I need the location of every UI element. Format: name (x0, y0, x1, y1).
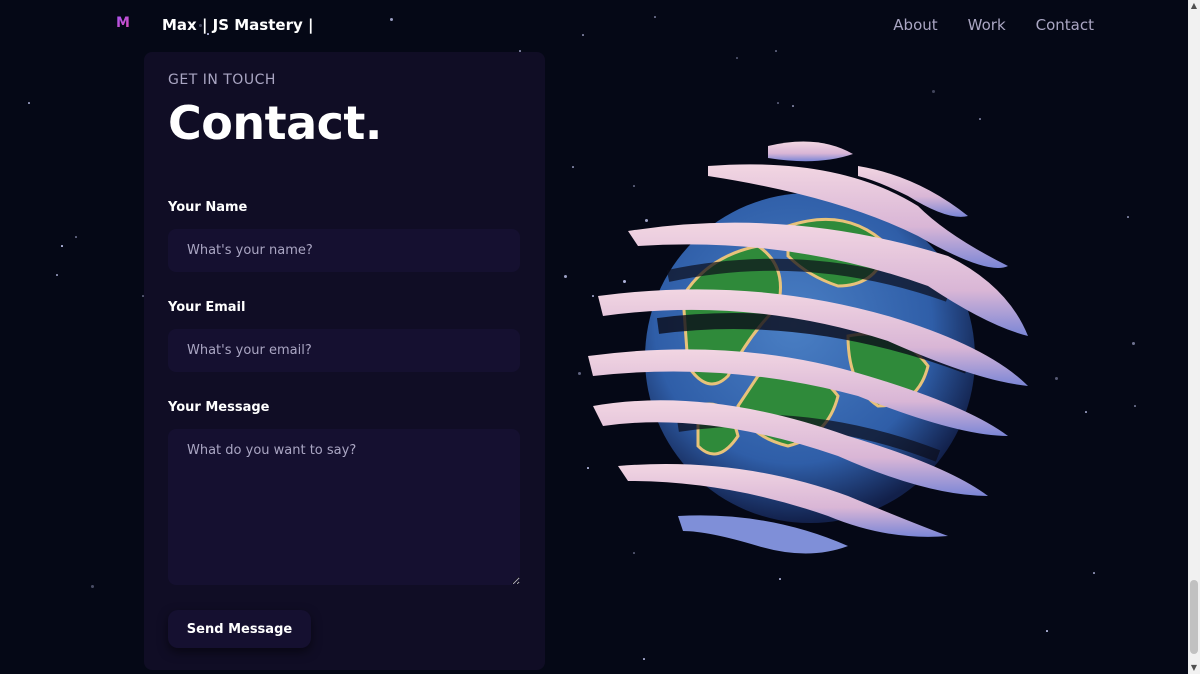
message-textarea[interactable] (168, 429, 520, 585)
name-input[interactable] (168, 229, 520, 272)
star (91, 585, 94, 588)
navbar: M Max | JS Mastery | About Work Contact (0, 0, 1188, 52)
star (1127, 216, 1129, 218)
contact-card: GET IN TOUCH Contact. Your Name Your Ema… (144, 52, 545, 670)
nav-links: About Work Contact (893, 16, 1094, 34)
star (777, 102, 779, 104)
star (932, 90, 935, 93)
star (578, 372, 581, 375)
email-input[interactable] (168, 329, 520, 372)
star (572, 166, 574, 168)
scrollbar-thumb[interactable] (1190, 580, 1198, 654)
send-message-button[interactable]: Send Message (168, 610, 311, 648)
earth-3d-canvas[interactable] (588, 136, 1034, 576)
star (1085, 411, 1087, 413)
nav-link-contact[interactable]: Contact (1036, 16, 1094, 34)
star (61, 245, 63, 247)
page-scrollbar[interactable]: ▲ ▼ (1188, 0, 1200, 674)
star (736, 57, 738, 59)
nav-link-work[interactable]: Work (968, 16, 1006, 34)
section-subtitle: GET IN TOUCH (168, 72, 276, 88)
scroll-up-arrow-icon[interactable]: ▲ (1188, 0, 1200, 12)
star (56, 274, 58, 276)
star (1134, 405, 1136, 407)
star (1132, 342, 1135, 345)
star (792, 105, 794, 107)
email-label: Your Email (168, 300, 246, 315)
scroll-down-arrow-icon[interactable]: ▼ (1188, 662, 1200, 674)
star (1093, 572, 1095, 574)
star (979, 118, 981, 120)
star (643, 658, 645, 660)
earth-globe-icon (588, 141, 1028, 554)
star (564, 275, 567, 278)
star (28, 102, 30, 104)
nav-link-about[interactable]: About (893, 16, 937, 34)
section-title: Contact. (168, 96, 382, 150)
logo[interactable]: M (116, 15, 134, 35)
star (1046, 630, 1048, 632)
star (779, 578, 781, 580)
brand-name[interactable]: Max | JS Mastery | (162, 16, 313, 34)
message-label: Your Message (168, 400, 270, 415)
name-label: Your Name (168, 200, 248, 215)
star (75, 236, 77, 238)
star (1055, 377, 1058, 380)
